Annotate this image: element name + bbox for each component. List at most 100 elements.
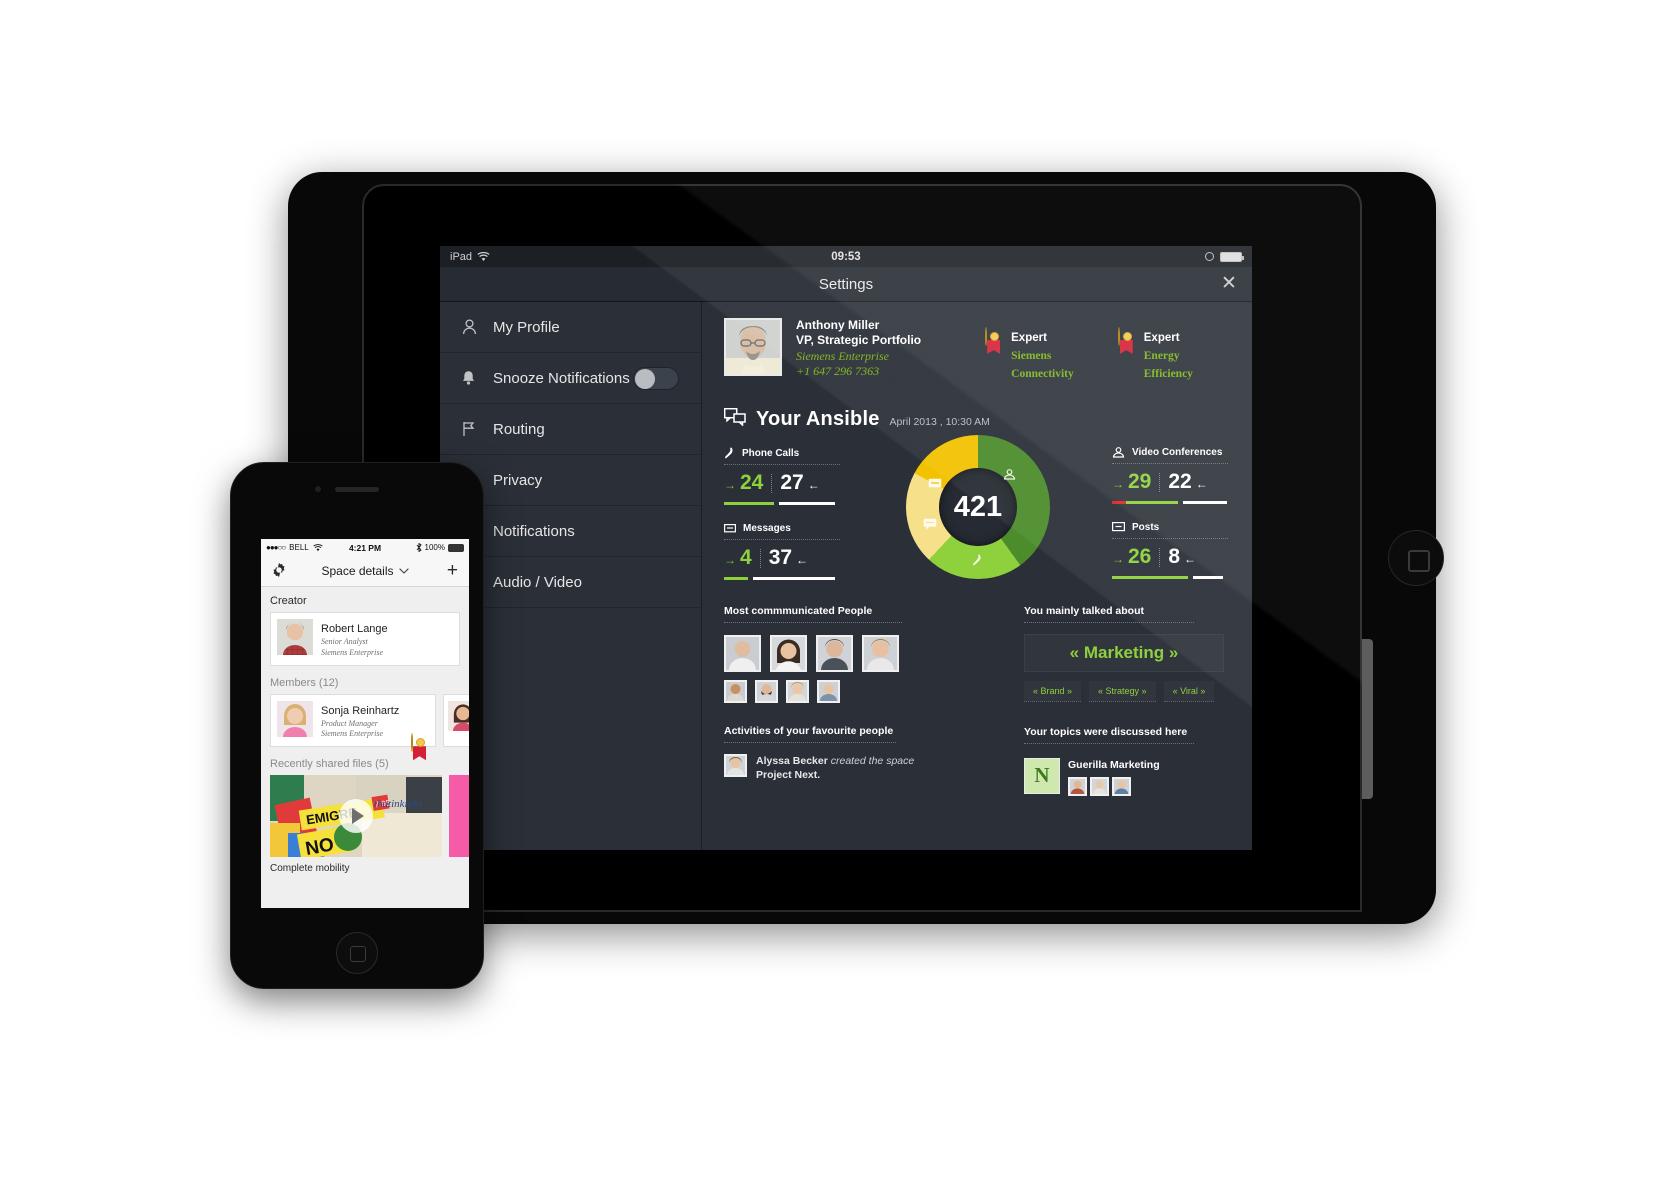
avatar[interactable] — [817, 680, 840, 703]
avatar[interactable] — [786, 680, 809, 703]
chat-icon — [923, 517, 937, 535]
stat-outgoing: 4 — [740, 546, 752, 569]
avatar — [277, 700, 313, 737]
iphone-screen: ●●●○○ BELL 4:21 PM 100% Space details + … — [261, 539, 469, 908]
stats-left-column: Phone Calls → 24 27 ← Messages → 4 37 ← — [724, 447, 844, 597]
plus-icon[interactable]: + — [447, 561, 458, 580]
bar-incoming — [779, 502, 835, 505]
section-title: Your topics were discussed here — [1024, 726, 1188, 738]
incoming-arrow-icon: ← — [1195, 477, 1208, 491]
iphone-home-button[interactable] — [336, 932, 378, 974]
ipad-home-button[interactable] — [1388, 530, 1444, 586]
profile-card: Anthony Miller VP, Strategic Portfolio S… — [724, 318, 921, 379]
topic-tag[interactable]: « Strategy » — [1089, 681, 1156, 702]
avatar[interactable] — [816, 635, 853, 672]
divider — [1159, 472, 1161, 492]
group-item[interactable]: N Guerilla Marketing — [1024, 755, 1224, 796]
topic-tag[interactable]: « Brand » — [1024, 681, 1082, 702]
profile-role: VP, Strategic Portfolio — [796, 333, 922, 348]
stat-label: Posts — [1132, 522, 1160, 533]
profile-name: Anthony Miller — [796, 318, 880, 332]
file-thumbnail[interactable] — [449, 775, 469, 858]
avatar[interactable] — [862, 635, 899, 672]
section-title: Most commmunicated People — [724, 605, 873, 617]
main-topic-box[interactable]: « Marketing » — [1024, 634, 1224, 672]
settings-title-bar: Settings ✕ — [440, 267, 1252, 302]
activity-donut-chart: 421 — [906, 435, 1050, 579]
phone-icon — [725, 447, 733, 459]
sidebar-item-label: My Profile — [493, 318, 560, 336]
bar-missed — [1112, 501, 1126, 504]
divider — [1112, 538, 1228, 539]
play-icon[interactable] — [339, 799, 373, 834]
creator-card[interactable]: Robert Lange Senior Analyst Siemens Ente… — [270, 612, 460, 666]
routing-icon — [462, 421, 484, 437]
sidebar-item-label: Snooze Notifications — [493, 369, 630, 387]
avatar[interactable] — [755, 680, 778, 703]
stat-incoming: 8 — [1168, 545, 1181, 568]
stat-label: Phone Calls — [742, 447, 800, 459]
divider — [724, 464, 840, 465]
people-panel: Most commmunicated People Activities of … — [724, 605, 1006, 796]
creator-company: Siemens Enterprise — [321, 647, 383, 657]
sidebar-item-snooze-notifications[interactable]: Snooze Notifications — [440, 353, 701, 404]
sidebar-item-my-profile[interactable]: My Profile — [440, 302, 701, 353]
chat-bubbles-icon — [723, 407, 746, 431]
medal-icon — [1117, 327, 1136, 354]
group-avatar: N — [1024, 757, 1060, 794]
members-label-text: Members — [270, 676, 316, 689]
stat-messages: Messages → 4 37 ← — [724, 523, 844, 580]
iphone-device: ●●●○○ BELL 4:21 PM 100% Space details + … — [230, 462, 484, 989]
status-right: 100% — [416, 543, 464, 552]
avatar[interactable] — [724, 635, 761, 672]
bar-incoming — [1183, 501, 1227, 504]
expert-badge[interactable]: Expert Energy Efficiency — [1117, 327, 1193, 382]
close-icon[interactable]: ✕ — [1220, 274, 1238, 293]
stat-bars — [1112, 501, 1232, 504]
topic-tags: « Brand » « Strategy » « Viral » — [1024, 681, 1224, 702]
activities-panel: Activities of your favourite people Alys… — [724, 725, 1006, 782]
avatar[interactable] — [724, 680, 747, 703]
divider — [759, 548, 761, 568]
expert-badge[interactable]: Expert Siemens Connectivity — [985, 327, 1074, 382]
iphone-nav-bar: Space details + — [261, 556, 469, 587]
activity-text: Alyssa Becker created the space Project … — [756, 754, 914, 782]
member-company: Siemens Enterprise — [321, 729, 383, 739]
badge-topic: Energy Efficiency — [1143, 350, 1193, 380]
avatar — [724, 318, 782, 376]
avatar[interactable] — [770, 635, 807, 672]
screenshot-stage: iPad 09:53 Settings ✕ My Profile Snooze … — [0, 0, 1680, 1200]
avatar — [1090, 777, 1109, 796]
sidebar-item-label: Notifications — [493, 522, 575, 540]
files-count: (5) — [375, 758, 389, 771]
stat-label: Messages — [743, 523, 791, 534]
profile-info: Anthony Miller VP, Strategic Portfolio S… — [796, 318, 921, 379]
outgoing-arrow-icon: → — [1112, 477, 1124, 491]
post-icon — [1112, 522, 1125, 532]
phone-icon — [972, 553, 983, 571]
member-name: Sonja Reinhartz — [321, 704, 400, 717]
member-role: Product Manager — [321, 718, 378, 728]
member-card[interactable] — [443, 693, 469, 748]
member-card[interactable]: Sonja Reinhartz Product Manager Siemens … — [270, 693, 436, 761]
activity-item[interactable]: Alyssa Becker created the space Project … — [724, 754, 1006, 782]
bar-outgoing — [724, 502, 774, 505]
topic-tag[interactable]: « Viral » — [1163, 681, 1215, 702]
stats-row: Phone Calls → 24 27 ← Messages → 4 37 ← … — [724, 435, 1232, 597]
divider — [724, 622, 902, 623]
settings-content: Anthony Miller VP, Strategic Portfolio S… — [702, 302, 1252, 850]
snooze-toggle[interactable] — [633, 367, 679, 390]
medal-icon — [411, 733, 429, 761]
group-icon — [1003, 467, 1016, 485]
sidebar-item-label: Routing — [493, 420, 545, 438]
incoming-arrow-icon: ← — [1184, 552, 1197, 566]
outgoing-arrow-icon: → — [1112, 552, 1124, 566]
stat-bars — [724, 577, 844, 580]
iphone-title[interactable]: Space details — [321, 564, 409, 578]
file-thumbnail[interactable]: EMIGRE 7.95 NO thatinkinks — [270, 775, 442, 858]
creator-role: Senior Analyst — [321, 637, 368, 646]
divider — [724, 539, 840, 540]
gear-icon[interactable] — [271, 562, 287, 583]
stat-values: → 29 22 ← — [1112, 470, 1232, 494]
sidebar-item-routing[interactable]: Routing — [440, 404, 701, 455]
